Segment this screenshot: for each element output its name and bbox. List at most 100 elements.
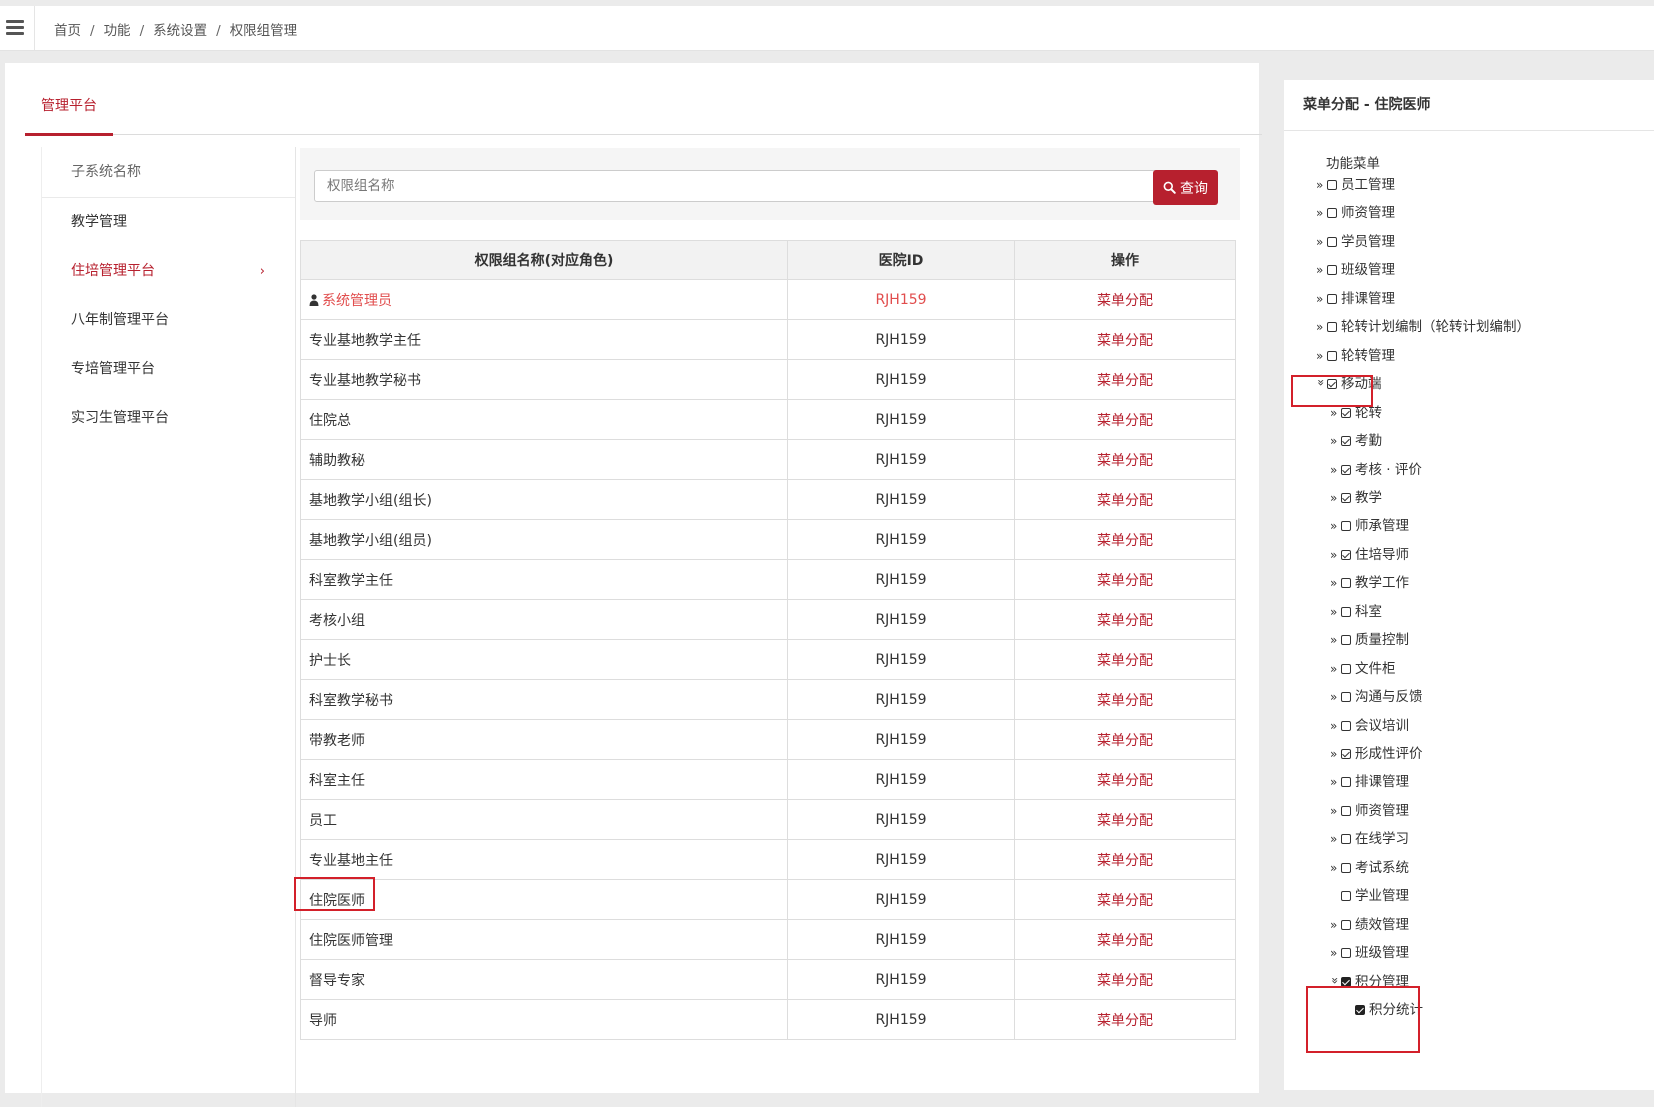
tree-node[interactable]: » 师资管理 (1316, 203, 1395, 223)
expand-icon[interactable]: » (1330, 602, 1340, 622)
expand-icon[interactable]: » (1316, 175, 1326, 195)
expand-icon[interactable]: » (1330, 915, 1340, 935)
tree-node[interactable]: » 沟通与反馈 (1330, 687, 1423, 707)
checkbox-icon[interactable] (1341, 664, 1351, 674)
expand-icon[interactable]: » (1330, 829, 1340, 849)
subsystem-item[interactable]: 实习生管理平台 (42, 394, 295, 443)
menu-assign-link[interactable]: 菜单分配 (1097, 573, 1153, 589)
checkbox-icon[interactable] (1327, 265, 1337, 275)
expand-icon[interactable]: » (1316, 203, 1326, 223)
search-button[interactable]: 查询 (1153, 170, 1218, 205)
checkbox-icon[interactable] (1341, 721, 1351, 731)
menu-assign-link[interactable]: 菜单分配 (1097, 773, 1153, 789)
tree-node[interactable]: » 考试系统 (1330, 858, 1409, 878)
expand-icon[interactable]: » (1330, 573, 1340, 593)
tree-node[interactable]: » 住培导师 (1330, 545, 1409, 565)
expand-icon[interactable]: » (1330, 460, 1340, 480)
checkbox-icon[interactable] (1341, 920, 1351, 930)
tree-node[interactable]: » 考核 · 评价 (1330, 460, 1422, 480)
expand-icon[interactable]: » (1330, 630, 1340, 650)
expand-icon[interactable]: » (1330, 403, 1340, 423)
checkbox-icon[interactable] (1327, 294, 1337, 304)
checkbox-icon[interactable] (1341, 777, 1351, 787)
menu-assign-link[interactable]: 菜单分配 (1097, 973, 1153, 989)
checkbox-icon[interactable] (1341, 692, 1351, 702)
checkbox-checked-icon[interactable] (1355, 1005, 1365, 1015)
menu-assign-link[interactable]: 菜单分配 (1097, 453, 1153, 469)
checkbox-checked-icon[interactable] (1341, 550, 1351, 560)
tree-node[interactable]: » 移动端 (1314, 374, 1382, 394)
expand-icon[interactable]: » (1330, 716, 1340, 736)
tree-node[interactable]: » 师承管理 (1330, 516, 1409, 536)
checkbox-checked-icon[interactable] (1341, 749, 1351, 759)
tree-node[interactable]: » 师资管理 (1330, 801, 1409, 821)
menu-assign-link[interactable]: 菜单分配 (1097, 373, 1153, 389)
breadcrumb-system-settings[interactable]: 系统设置 (153, 23, 207, 39)
subsystem-item[interactable]: 八年制管理平台 (42, 296, 295, 345)
expand-icon[interactable]: » (1330, 545, 1340, 565)
menu-assign-link[interactable]: 菜单分配 (1097, 613, 1153, 629)
expand-icon[interactable]: » (1316, 289, 1326, 309)
checkbox-icon[interactable] (1327, 351, 1337, 361)
checkbox-icon[interactable] (1341, 806, 1351, 816)
tab-management-platform[interactable]: 管理平台 (25, 89, 113, 136)
expand-icon[interactable]: » (1316, 317, 1326, 337)
menu-assign-link[interactable]: 菜单分配 (1097, 493, 1153, 509)
menu-assign-link[interactable]: 菜单分配 (1097, 813, 1153, 829)
tree-node[interactable]: » 轮转计划编制（轮转计划编制） (1316, 317, 1530, 337)
expand-icon[interactable]: » (1316, 232, 1326, 252)
checkbox-icon[interactable] (1341, 863, 1351, 873)
subsystem-item-active[interactable]: 住培管理平台 › (42, 247, 295, 296)
checkbox-icon[interactable] (1341, 578, 1351, 588)
expand-icon[interactable]: » (1330, 772, 1340, 792)
checkbox-icon[interactable] (1341, 521, 1351, 531)
tree-node[interactable]: » 形成性评价 (1330, 744, 1423, 764)
checkbox-checked-icon[interactable] (1341, 493, 1351, 503)
expand-icon[interactable]: » (1330, 744, 1340, 764)
checkbox-icon[interactable] (1327, 237, 1337, 247)
expand-icon[interactable]: » (1330, 488, 1340, 508)
menu-assign-link[interactable]: 菜单分配 (1097, 933, 1153, 949)
checkbox-checked-icon[interactable] (1341, 436, 1351, 446)
tree-node[interactable]: » 排课管理 (1316, 289, 1395, 309)
checkbox-icon[interactable] (1341, 891, 1351, 901)
tree-node[interactable]: » 在线学习 (1330, 829, 1409, 849)
menu-assign-link[interactable]: 菜单分配 (1097, 733, 1153, 749)
tree-node[interactable]: » 轮转管理 (1316, 346, 1395, 366)
expand-icon[interactable]: » (1316, 346, 1326, 366)
checkbox-icon[interactable] (1327, 180, 1337, 190)
checkbox-icon[interactable] (1327, 208, 1337, 218)
expand-icon[interactable]: » (1330, 801, 1340, 821)
menu-assign-link[interactable]: 菜单分配 (1097, 653, 1153, 669)
checkbox-icon[interactable] (1341, 607, 1351, 617)
tree-node[interactable]: » 会议培训 (1330, 716, 1409, 736)
checkbox-icon[interactable] (1341, 635, 1351, 645)
menu-assign-link[interactable]: 菜单分配 (1097, 413, 1153, 429)
menu-assign-link[interactable]: 菜单分配 (1097, 893, 1153, 909)
search-input[interactable] (314, 170, 1190, 202)
subsystem-item[interactable]: 专培管理平台 (42, 345, 295, 394)
subsystem-item[interactable]: 教学管理 (42, 198, 295, 247)
tree-node[interactable]: » 班级管理 (1330, 943, 1409, 963)
expand-icon[interactable]: » (1330, 659, 1340, 679)
menu-assign-link[interactable]: 菜单分配 (1097, 533, 1153, 549)
tree-node[interactable]: » 轮转 (1330, 403, 1382, 423)
checkbox-icon[interactable] (1327, 322, 1337, 332)
breadcrumb-function[interactable]: 功能 (104, 23, 131, 39)
tree-node[interactable]: 积分统计 (1344, 1000, 1423, 1020)
expand-icon[interactable]: » (1330, 431, 1340, 451)
tree-node[interactable]: » 文件柜 (1330, 659, 1396, 679)
expand-icon[interactable]: » (1330, 516, 1340, 536)
checkbox-checked-icon[interactable] (1341, 408, 1351, 418)
expand-icon[interactable]: » (1330, 687, 1340, 707)
tree-node[interactable]: » 排课管理 (1330, 772, 1409, 792)
tree-node[interactable]: » 班级管理 (1316, 260, 1395, 280)
expand-icon[interactable]: » (1330, 943, 1340, 963)
menu-assign-link[interactable]: 菜单分配 (1097, 293, 1153, 309)
tree-node[interactable]: » 考勤 (1330, 431, 1382, 451)
tree-node[interactable]: » 积分管理 (1328, 972, 1409, 992)
checkbox-checked-icon[interactable] (1327, 379, 1337, 389)
menu-assign-link[interactable]: 菜单分配 (1097, 1013, 1153, 1029)
checkbox-icon[interactable] (1341, 948, 1351, 958)
checkbox-checked-icon[interactable] (1341, 977, 1351, 987)
